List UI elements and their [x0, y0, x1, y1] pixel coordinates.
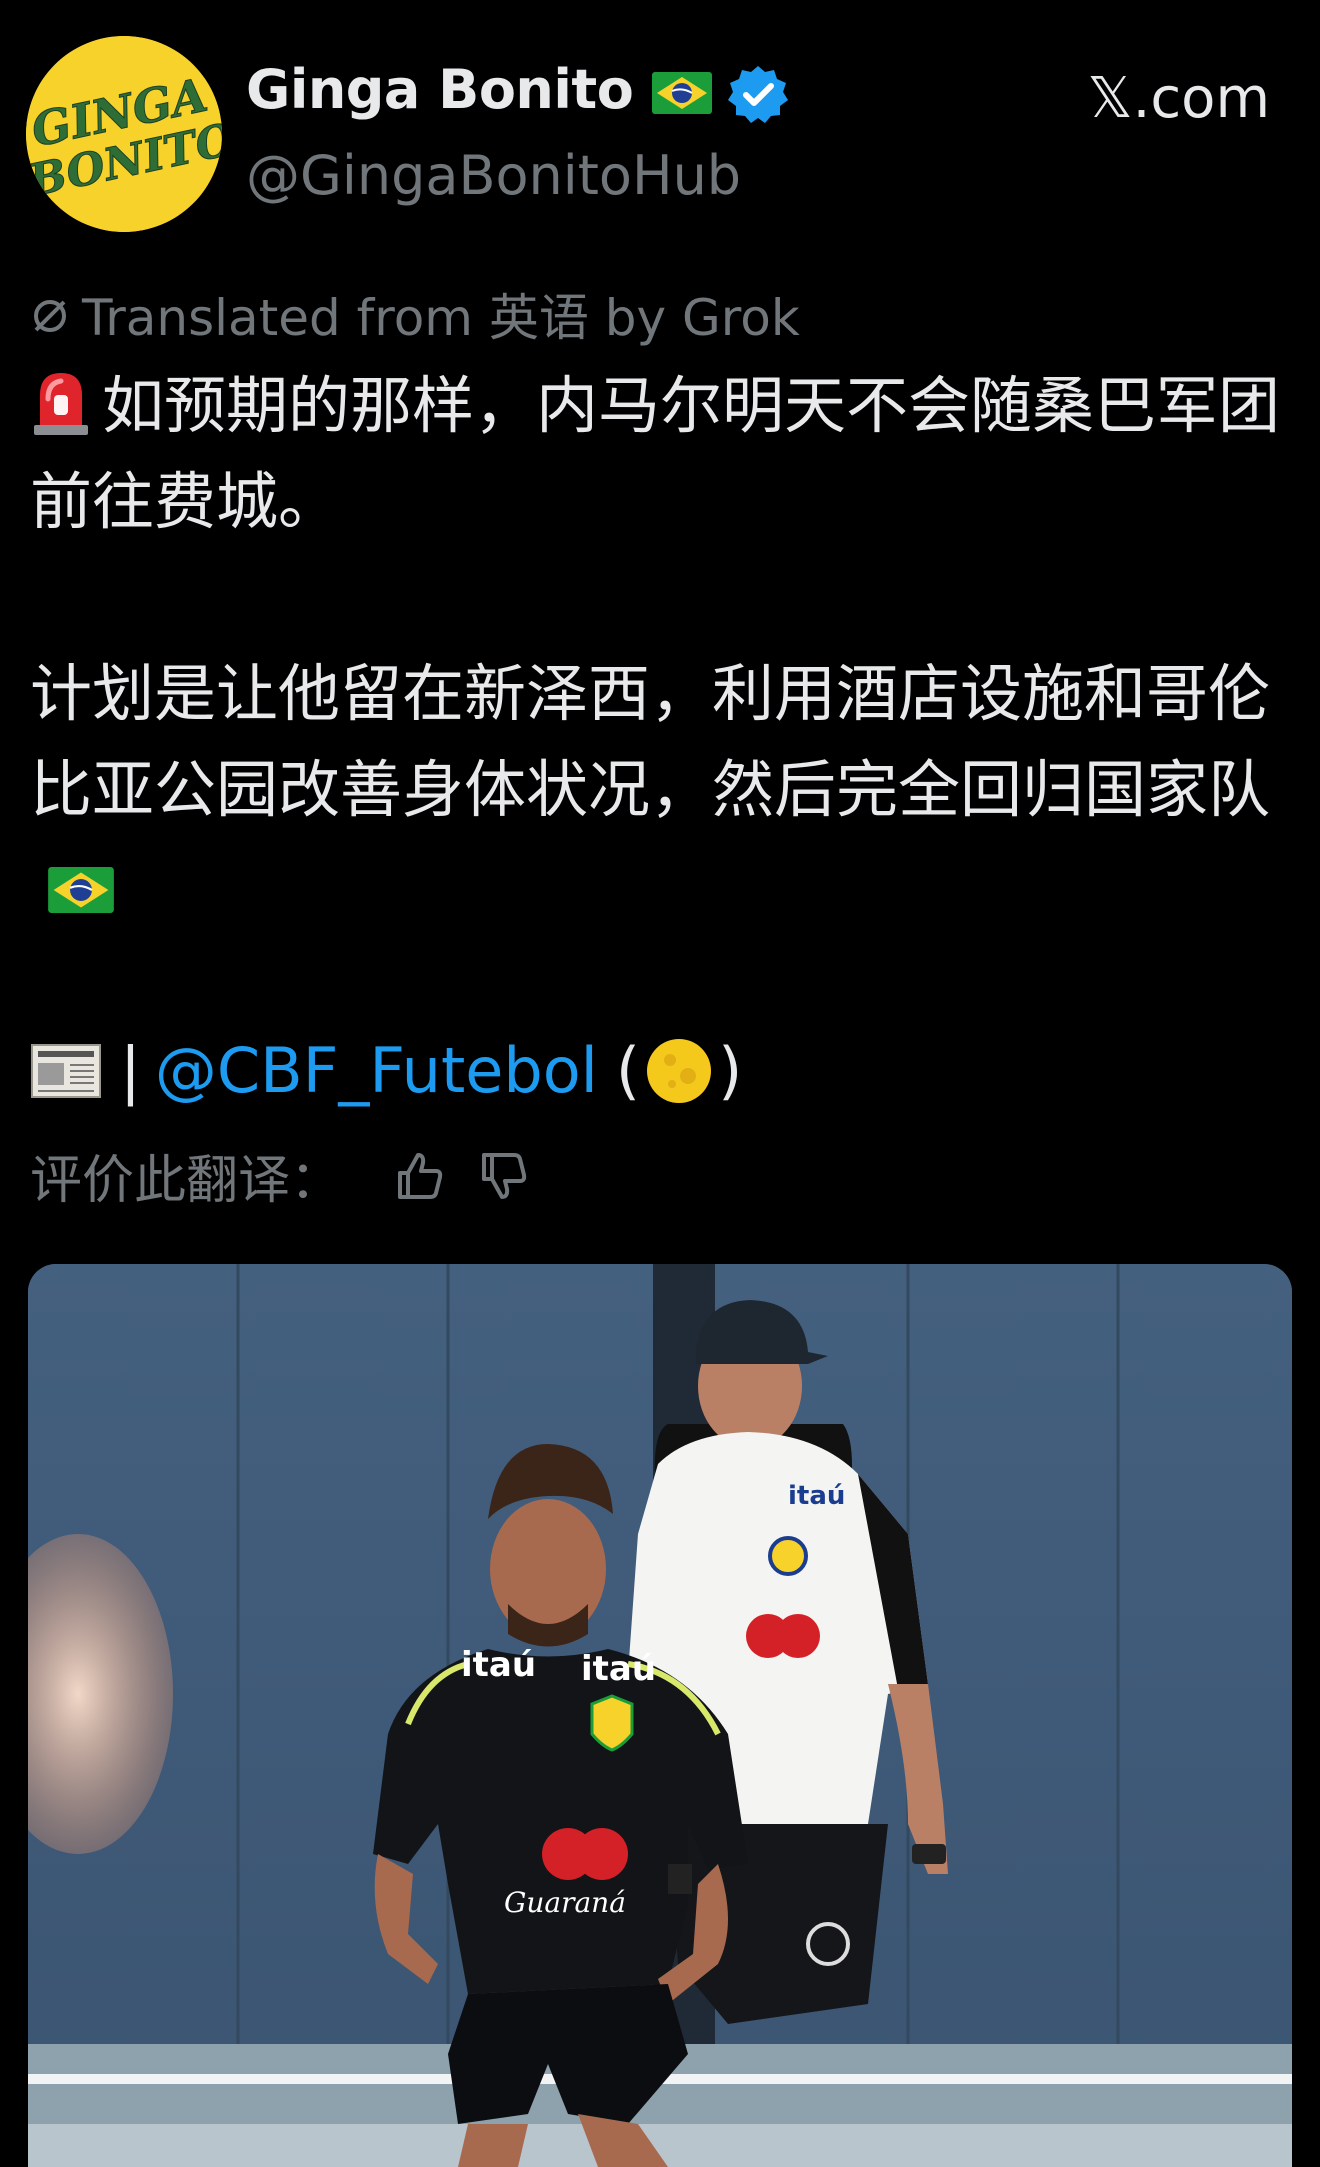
siren-icon [34, 373, 88, 435]
tweet-paragraph-1: 如预期的那样，内马尔明天不会随桑巴军团前往费城。 [30, 358, 1290, 550]
svg-text:itaú: itaú [788, 1481, 845, 1511]
brazil-flag-icon [652, 72, 712, 114]
tweet-paragraph-1-text: 如预期的那样，内马尔明天不会随桑巴军团前往费城。 [30, 369, 1281, 538]
paren-close: ) [718, 1034, 743, 1107]
mention-link[interactable]: @CBF_Futebol [155, 1028, 598, 1114]
tweet-text: 如预期的那样，内马尔明天不会随桑巴军团前往费城。 计划是让他留在新泽西，利用酒店… [30, 358, 1290, 934]
avatar[interactable]: GINGA BONITO [26, 36, 222, 232]
newspaper-icon [31, 1044, 101, 1098]
translation-notice-text[interactable]: Translated from 英语 by Grok [82, 278, 800, 350]
rate-translation-label: 评价此翻译： [30, 1151, 343, 1211]
svg-text:Guaraná: Guaraná [504, 1886, 626, 1919]
verified-badge-icon [728, 66, 788, 123]
tweet-paragraph-2: 计划是让他留在新泽西，利用酒店设施和哥伦比亚公园改善身体状况，然后完全回归国家队 [30, 646, 1290, 934]
source-line: | @CBF_Futebol ( ) [30, 1028, 742, 1114]
tweet-paragraph-2-text: 计划是让他留在新泽西，利用酒店设施和哥伦比亚公园改善身体状况，然后完全回归国家队 [30, 657, 1271, 826]
brazil-flag-icon [48, 867, 114, 913]
display-name[interactable]: Ginga Bonito [246, 58, 634, 121]
thumbs-down-icon[interactable] [476, 1149, 530, 1203]
tweet-photo[interactable]: itaú itaú itaú Guaraná [28, 1264, 1292, 2167]
translate-off-icon [34, 300, 66, 332]
user-handle[interactable]: @GingaBonitoHub [246, 144, 741, 207]
translation-notice: Translated from 英语 by Grok [28, 278, 800, 350]
paren-open: ( [615, 1034, 641, 1107]
svg-text:itaú: itaú [461, 1645, 536, 1685]
svg-text:itaú: itaú [581, 1649, 656, 1689]
source-separator: | [120, 1034, 141, 1107]
ginga-bonito-logo: GINGA BONITO [26, 36, 222, 232]
thumbs-up-icon[interactable] [392, 1149, 446, 1203]
full-moon-icon [647, 1039, 712, 1103]
training-photo: itaú itaú itaú Guaraná [28, 1264, 1292, 2167]
tweet-header: GINGA BONITO Ginga Bonito @GingaBonitoHu… [0, 0, 1320, 250]
rate-translation: 评价此翻译： [30, 1138, 530, 1213]
site-label: 𝕏.com [1087, 66, 1270, 131]
